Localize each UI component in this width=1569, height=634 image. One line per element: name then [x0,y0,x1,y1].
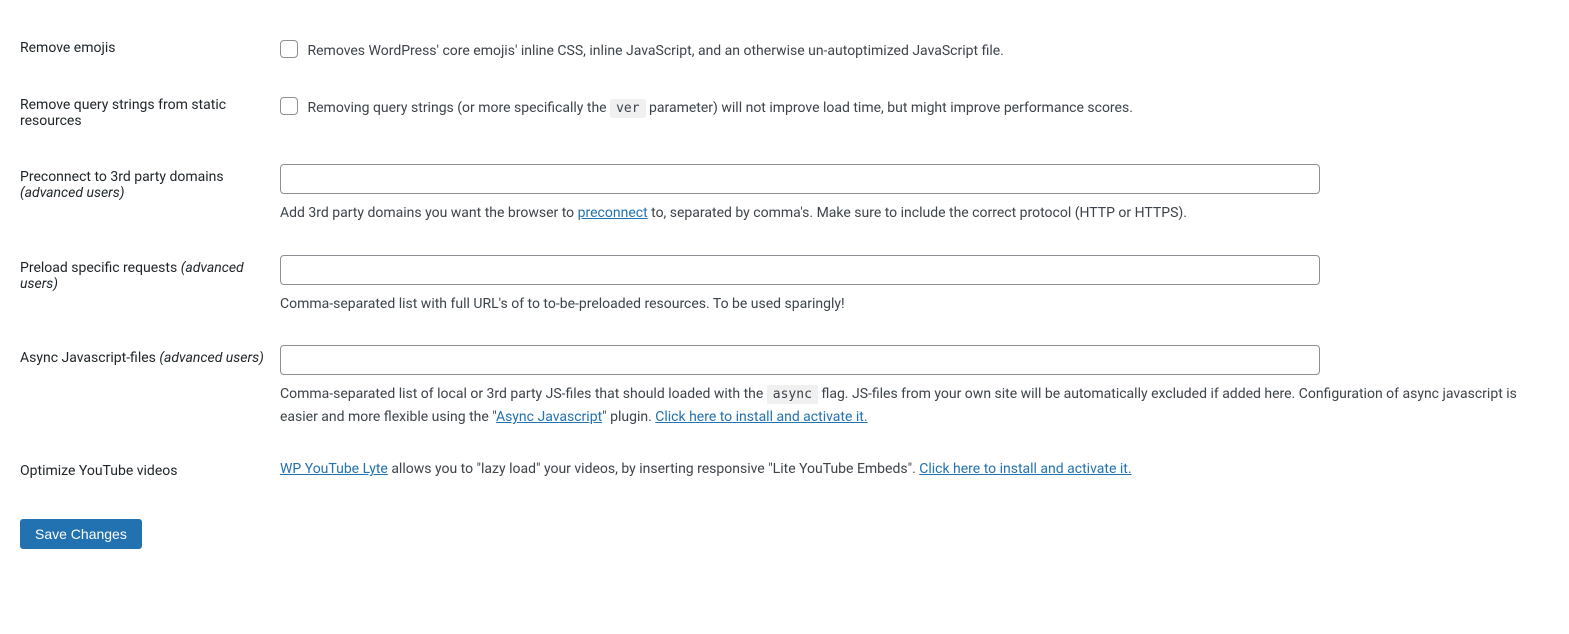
label-preload: Preload specific requests (advanced user… [20,240,280,330]
row-remove-query-strings: Remove query strings from static resourc… [20,77,1549,149]
row-preconnect: Preconnect to 3rd party domains (advance… [20,149,1549,239]
row-youtube: Optimize YouTube videos WP YouTube Lyte … [20,443,1549,499]
link-async-javascript[interactable]: Async Javascript [496,409,602,425]
settings-form: Remove emojis Removes WordPress' core em… [0,0,1569,569]
label-youtube: Optimize YouTube videos [20,443,280,499]
desc-preconnect: Add 3rd party domains you want the brows… [280,202,1539,224]
save-button[interactable]: Save Changes [20,519,142,549]
desc-remove-query-strings: Removing query strings (or more specific… [307,100,1132,116]
label-async-js: Async Javascript-files (advanced users) [20,330,280,443]
code-ver: ver [610,99,645,118]
desc-remove-emojis: Removes WordPress' core emojis' inline C… [307,43,1003,59]
link-async-install[interactable]: Click here to install and activate it. [655,409,867,425]
label-remove-query-strings: Remove query strings from static resourc… [20,77,280,149]
checkbox-remove-query-strings[interactable] [280,97,298,115]
link-youtube-install[interactable]: Click here to install and activate it. [919,461,1131,477]
input-preload[interactable] [280,255,1320,285]
desc-youtube: WP YouTube Lyte allows you to "lazy load… [280,461,1132,477]
desc-preload: Comma-separated list with full URL's of … [280,293,1539,315]
code-async: async [767,385,818,404]
input-async-js[interactable] [280,345,1320,375]
desc-async-js: Comma-separated list of local or 3rd par… [280,383,1539,428]
settings-table: Remove emojis Removes WordPress' core em… [20,20,1549,499]
row-preload: Preload specific requests (advanced user… [20,240,1549,330]
row-remove-emojis: Remove emojis Removes WordPress' core em… [20,20,1549,77]
input-preconnect[interactable] [280,164,1320,194]
label-preconnect: Preconnect to 3rd party domains (advance… [20,149,280,239]
link-wp-youtube-lyte[interactable]: WP YouTube Lyte [280,461,388,477]
checkbox-remove-emojis[interactable] [280,40,298,58]
link-preconnect[interactable]: preconnect [578,205,648,221]
label-remove-emojis: Remove emojis [20,20,280,77]
row-async-js: Async Javascript-files (advanced users) … [20,330,1549,443]
